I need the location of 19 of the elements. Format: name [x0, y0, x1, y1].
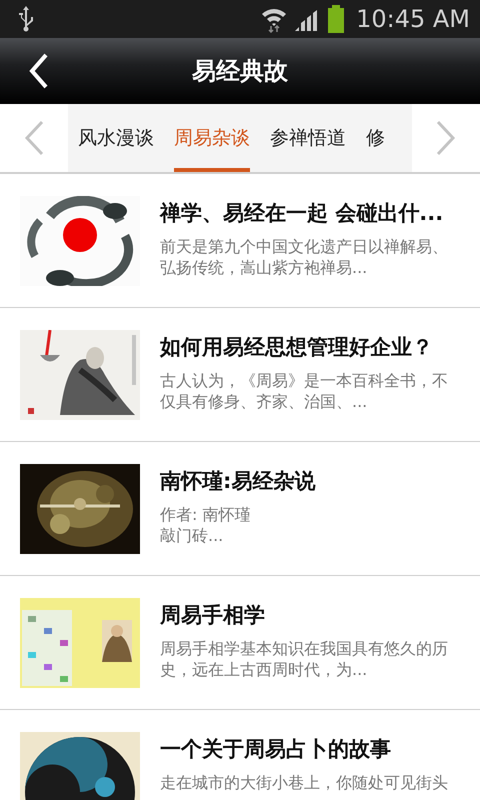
article-summary: 敲门砖...: [160, 525, 224, 546]
battery-icon: [326, 5, 346, 33]
article-summary: 周易手相学基本知识在我国具有悠久的历史，远在上古西周时代，为...: [160, 638, 449, 680]
article-summary: 走在城市的大街小巷上，你随处可见街头: [160, 772, 449, 793]
clock-time: 10:45 AM: [356, 5, 470, 33]
article-summary: 作者: 南怀瑾: [160, 504, 252, 525]
category-tab[interactable]: 修: [366, 104, 385, 172]
article-summary: 古人认为，《周易》是一本百科全书，不仅具有修身、齐家、治国、...: [160, 370, 449, 412]
article-title[interactable]: 禅学、易经在一起 会碰出什...: [160, 198, 462, 228]
usb-icon: [18, 6, 34, 32]
category-tab[interactable]: 风水漫谈: [78, 104, 154, 172]
category-tab[interactable]: 周易杂谈: [174, 104, 250, 172]
article-summary: 前天是第九个中国文化遗产日以禅解易、弘扬传统，嵩山紫方袍禅易...: [160, 236, 449, 278]
category-tab[interactable]: 参禅悟道: [270, 104, 346, 172]
article-title[interactable]: 周易手相学: [160, 600, 462, 630]
article-title[interactable]: 如何用易经思想管理好企业？: [160, 332, 462, 362]
page-title: 易经典故: [192, 56, 288, 87]
article-title[interactable]: 一个关于周易占卜的故事: [160, 734, 462, 764]
article-title[interactable]: 南怀瑾:易经杂说: [160, 466, 462, 496]
